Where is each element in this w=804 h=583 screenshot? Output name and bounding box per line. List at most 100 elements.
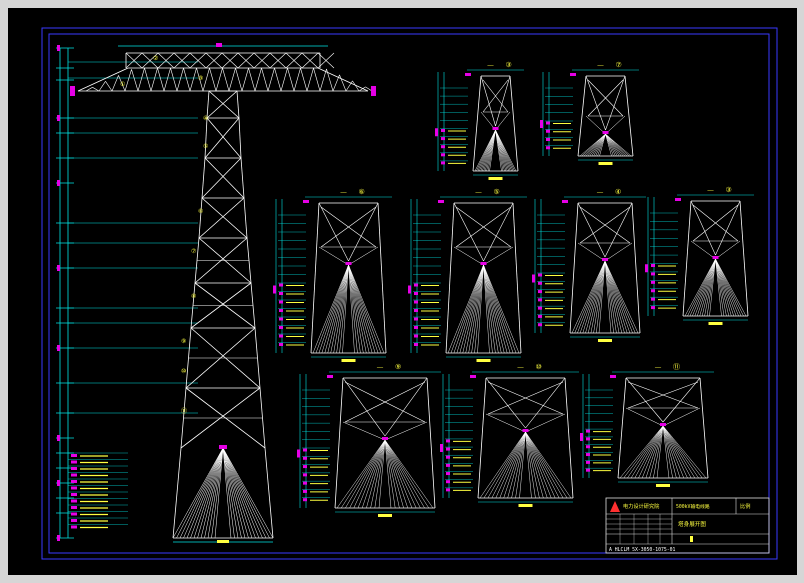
top-marker <box>562 200 568 203</box>
legend-marker <box>414 326 418 329</box>
legend-marker <box>446 480 450 484</box>
section-underline: ── <box>597 63 605 69</box>
joint-marker <box>382 437 388 440</box>
member-label: ⑪ <box>181 407 187 415</box>
base-label-mark <box>598 339 612 342</box>
section-label: ⑩ <box>536 363 542 371</box>
dimension-marker <box>440 444 443 452</box>
section-underline: ── <box>475 190 483 196</box>
legend-marker <box>651 264 655 267</box>
legend-marker <box>538 323 542 327</box>
base-label-mark <box>488 177 503 180</box>
section-label: ⑥ <box>359 188 365 196</box>
legend-marker <box>303 465 307 469</box>
dimension-marker <box>57 265 60 271</box>
section-underline: ── <box>340 190 348 196</box>
base-label-mark <box>217 540 229 543</box>
section-label: ④ <box>615 188 621 196</box>
section-label: ③ <box>506 61 512 69</box>
legend-marker <box>279 300 283 304</box>
dimension-marker <box>57 180 60 186</box>
member-label: ① <box>120 81 125 88</box>
dimension-marker <box>57 480 60 486</box>
top-marker <box>438 200 444 203</box>
legend-marker <box>303 456 307 460</box>
dimension-marker <box>408 285 411 294</box>
section-underline: ── <box>487 63 495 69</box>
legend-marker <box>279 292 283 295</box>
dimension-marker <box>57 115 60 121</box>
legend-marker <box>279 283 283 287</box>
legend-marker <box>71 506 77 509</box>
top-marker <box>610 375 616 378</box>
legend-marker <box>71 480 77 483</box>
dimension-marker <box>540 120 543 128</box>
member-label: ⑦ <box>191 248 196 255</box>
legend-marker <box>538 273 542 277</box>
top-marker <box>465 73 471 76</box>
member-label: ② <box>153 55 158 62</box>
legend-marker <box>586 445 590 449</box>
joint-marker <box>522 429 529 432</box>
legend-marker <box>414 309 418 312</box>
legend-marker <box>446 488 450 492</box>
joint-marker <box>712 256 719 259</box>
legend-marker <box>538 298 542 302</box>
legend-marker <box>71 486 77 490</box>
legend-marker <box>414 292 418 295</box>
member-label: ④ <box>203 115 208 122</box>
section-underline: ── <box>376 365 384 371</box>
member-label: ⑧ <box>191 293 196 300</box>
legend-marker <box>303 498 307 502</box>
title-block-mark <box>690 536 693 542</box>
legend-marker <box>546 138 550 141</box>
joint-marker <box>219 445 227 449</box>
legend-marker <box>279 317 283 321</box>
legend-marker <box>71 499 77 503</box>
top-marker <box>470 375 476 378</box>
title-block-text: 塔身展开图 <box>678 520 706 528</box>
legend-marker <box>538 290 542 294</box>
base-label-mark <box>476 359 491 362</box>
top-marker <box>675 198 681 201</box>
legend-marker <box>546 121 550 125</box>
section-underline: ── <box>654 365 662 371</box>
legend-marker <box>538 306 542 310</box>
cad-drawing-sheet: ①②③④⑤⑥⑦⑧⑨⑩⑪ ── ③ ── ⑦ ── ⑥ ── ⑤ ── ④ ── ③ ── ⑨ ── ⑩ ── ⑪ … <box>0 0 804 583</box>
joint-marker <box>480 262 487 265</box>
legend-marker <box>651 272 655 276</box>
legend-marker <box>303 448 307 452</box>
legend-marker <box>446 472 450 476</box>
legend-marker <box>546 129 550 133</box>
dimension-marker <box>57 435 60 441</box>
dimension-marker <box>532 274 535 283</box>
legend-marker <box>414 283 418 287</box>
legend-marker <box>71 519 77 522</box>
dimension-marker <box>57 535 60 541</box>
legend-marker <box>279 326 283 329</box>
joint-marker <box>660 423 666 426</box>
legend-marker <box>586 437 590 441</box>
dimension-marker <box>435 128 438 137</box>
dimension-marker <box>57 345 60 351</box>
section-label: ③ <box>726 186 732 194</box>
legend-marker <box>651 280 655 284</box>
legend-marker <box>441 137 445 141</box>
top-marker <box>570 73 576 76</box>
member-label: ⑩ <box>181 368 186 375</box>
legend-marker <box>651 289 655 293</box>
legend-marker <box>446 439 450 443</box>
legend-marker <box>441 145 445 149</box>
legend-marker <box>414 317 418 321</box>
legend-marker <box>71 454 77 457</box>
legend-marker <box>414 343 418 346</box>
drawing-canvas: ①②③④⑤⑥⑦⑧⑨⑩⑪ ── ③ ── ⑦── ⑥ ── ⑤ ── ④ ── ③── ⑨ ── ⑩ ── ⑪ … <box>8 8 797 575</box>
legend-marker <box>586 453 590 457</box>
legend-marker <box>71 473 77 477</box>
legend-marker <box>303 481 307 485</box>
legend-marker <box>71 460 77 464</box>
legend-marker <box>651 297 655 301</box>
joint-marker <box>492 127 499 130</box>
legend-marker <box>446 447 450 451</box>
title-block-text: 500kV输电线路 <box>676 503 710 510</box>
